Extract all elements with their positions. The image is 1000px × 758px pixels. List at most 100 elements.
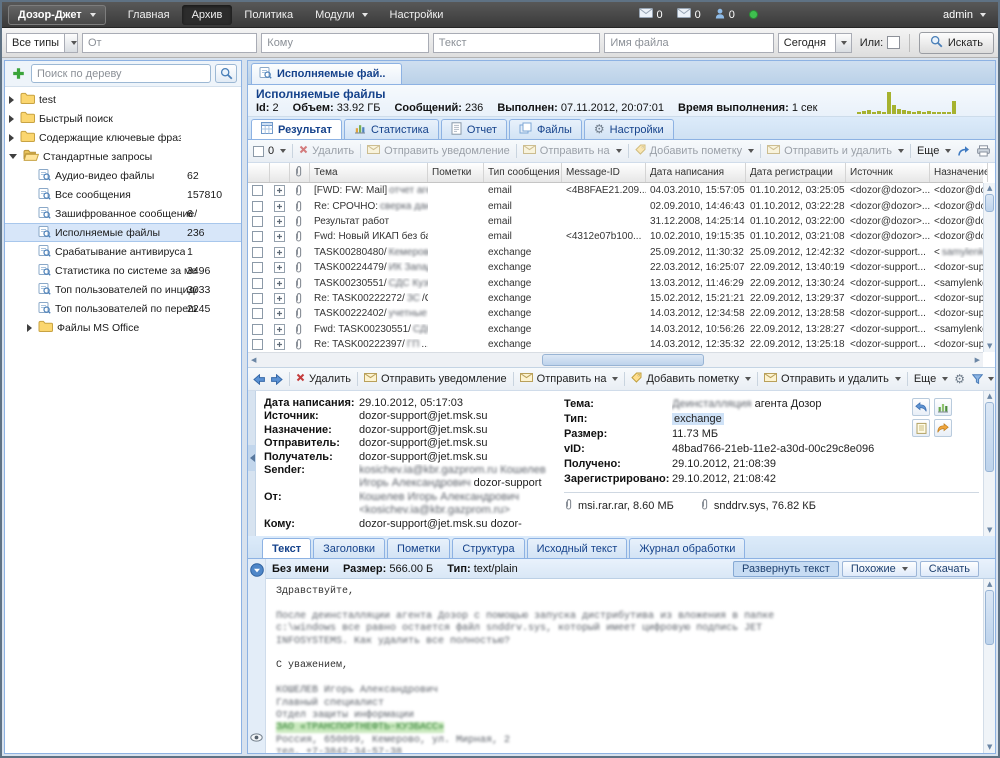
messages-counter[interactable]: 0 (639, 8, 663, 21)
delete-button[interactable]: Удалить (299, 145, 354, 157)
expand-row-icon[interactable] (270, 262, 290, 273)
period-select[interactable]: Сегодня (778, 33, 852, 53)
tab-result[interactable]: Результат (251, 119, 342, 139)
column-header[interactable]: Назначение (930, 163, 988, 182)
expand-row-icon[interactable] (270, 324, 290, 335)
tab-processing-log[interactable]: Журнал обработки (629, 538, 745, 558)
search-button[interactable]: Искать (919, 32, 994, 54)
add-mark-button[interactable]: Добавить пометку (631, 372, 751, 386)
expand-row-icon[interactable] (270, 293, 290, 304)
menu-item-home[interactable]: Главная (118, 5, 180, 25)
column-header[interactable] (248, 163, 270, 182)
tree-node[interactable]: Зашифрованное сообщение/вложение6 (5, 204, 241, 223)
table-row[interactable]: Re: TASK00222397/ГП...exchange14.03.2012… (248, 337, 983, 352)
tree-search-button[interactable] (215, 64, 237, 83)
expand-arrow-icon[interactable] (27, 324, 32, 332)
notify-button[interactable]: Отправить уведомление (367, 145, 510, 157)
horizontal-scrollbar[interactable]: ◀ ▶ (248, 352, 983, 367)
notify-button[interactable]: Отправить уведомление (364, 373, 507, 385)
eye-icon[interactable] (250, 729, 263, 747)
statistics-icon[interactable] (934, 398, 952, 416)
expand-row-icon[interactable] (270, 247, 290, 258)
dropdown-trigger-icon[interactable] (64, 34, 78, 52)
tree-node[interactable]: Аудио-видео файлы62 (5, 166, 241, 185)
download-button[interactable]: Скачать (920, 561, 979, 577)
add-query-button[interactable] (9, 65, 27, 83)
tab-source[interactable]: Исходный текст (527, 538, 628, 558)
tree-node[interactable]: Исполняемые файлы236 (5, 223, 241, 242)
table-row[interactable]: Результат работemail31.12.2008, 14:25:14… (248, 214, 983, 229)
menu-item-modules[interactable]: Модули (305, 5, 377, 25)
tab-executable-files[interactable]: Исполняемые фай.. (251, 63, 402, 84)
tree-node[interactable]: Файлы MS Office (5, 318, 241, 337)
table-row[interactable]: Re: TASK00222272/ЗС/Севе...exchange15.02… (248, 291, 983, 306)
row-checkbox[interactable] (252, 293, 263, 304)
table-row[interactable]: TASK00280480/Кемерово/у...exchange25.09.… (248, 245, 983, 260)
expand-row-icon[interactable] (270, 231, 290, 242)
tab-files[interactable]: Файлы (509, 119, 582, 139)
sessions-counter[interactable]: 0 (715, 8, 735, 22)
selection-count-dropdown[interactable]: 0 (253, 145, 286, 157)
tree-node[interactable]: Быстрый поиск (5, 109, 241, 128)
previous-message-button[interactable] (253, 374, 265, 385)
expand-row-icon[interactable] (270, 216, 290, 227)
send-to-button[interactable]: Отправить на (520, 373, 619, 385)
filter-button[interactable] (972, 374, 994, 384)
column-header[interactable]: Дата написания (646, 163, 746, 182)
more-button[interactable]: Еще (917, 145, 951, 157)
column-header[interactable]: Тема (310, 163, 428, 182)
more-button[interactable]: Еще (914, 373, 948, 385)
menu-item-policy[interactable]: Политика (234, 5, 303, 25)
tab-marks[interactable]: Пометки (387, 538, 450, 558)
tree-node[interactable]: Срабатывание антивируса1 (5, 242, 241, 261)
column-header[interactable]: Пометки (428, 163, 484, 182)
send-and-delete-button[interactable]: Отправить и удалить (767, 145, 904, 157)
add-mark-button[interactable]: Добавить пометку (635, 144, 755, 158)
preview-settings-button[interactable]: ⚙ (954, 373, 965, 385)
viewer-scrollbar[interactable]: ▲ ▼ (983, 579, 995, 753)
print-button[interactable] (977, 145, 990, 157)
tab-headers[interactable]: Заголовки (313, 538, 385, 558)
tree-node[interactable]: Стандартные запросы (5, 147, 241, 166)
tab-text[interactable]: Текст (262, 538, 311, 558)
send-and-delete-button[interactable]: Отправить и удалить (764, 373, 901, 385)
column-header[interactable] (290, 163, 310, 182)
column-header[interactable]: Дата регистрации (746, 163, 846, 182)
row-checkbox[interactable] (252, 216, 263, 227)
tree-search-input[interactable]: Поиск по дереву (31, 64, 211, 83)
table-row[interactable]: TASK00224479/ИК Западный...exchange22.03… (248, 260, 983, 275)
row-checkbox[interactable] (252, 231, 263, 242)
expand-row-icon[interactable] (270, 185, 290, 196)
row-checkbox[interactable] (252, 201, 263, 212)
menu-item-archive[interactable]: Архив (182, 5, 233, 25)
row-checkbox[interactable] (252, 185, 263, 196)
expand-row-icon[interactable] (270, 201, 290, 212)
tab-structure[interactable]: Структура (452, 538, 524, 558)
notifications-counter[interactable]: 0 (677, 8, 701, 21)
row-checkbox[interactable] (252, 278, 263, 289)
tab-report[interactable]: Отчет (441, 119, 507, 139)
details-scrollbar[interactable]: ▲ ▼ (983, 391, 995, 536)
tab-settings[interactable]: ⚙Настройки (584, 119, 674, 139)
share-button[interactable] (957, 145, 970, 157)
expand-row-icon[interactable] (270, 339, 290, 350)
row-checkbox[interactable] (252, 247, 263, 258)
tree-node[interactable]: Все сообщения157810 (5, 185, 241, 204)
text-input[interactable]: Текст (433, 33, 601, 53)
menu-item-settings[interactable]: Настройки (380, 5, 454, 25)
collapse-panel-button[interactable] (248, 445, 256, 471)
tree-node[interactable]: Топ пользователей по инцидентам3033 (5, 280, 241, 299)
message-type-select[interactable]: Все типы (6, 33, 78, 53)
to-input[interactable]: Кому (261, 33, 429, 53)
table-row[interactable]: [FWD: FW: Mail] отчет агентаemail<4B8FAE… (248, 183, 983, 198)
table-row[interactable]: Fwd: TASK00230551/СДС...exchange14.03.20… (248, 322, 983, 337)
row-checkbox[interactable] (252, 339, 263, 350)
table-row[interactable]: Fwd: Новый ИКАП без ба..email<4312e07b10… (248, 229, 983, 244)
table-row[interactable]: TASK00222402/учетные записиexchange14.03… (248, 306, 983, 321)
tree-node[interactable]: Содержащие ключевые фразы (5, 128, 241, 147)
table-row[interactable]: Re: СРОЧНО: сверка данныхemail02.09.2010… (248, 198, 983, 213)
row-checkbox[interactable] (252, 308, 263, 319)
brand-menu-button[interactable]: Дозор-Джет (8, 5, 106, 25)
row-checkbox[interactable] (252, 262, 263, 273)
delete-button[interactable]: Удалить (296, 373, 351, 385)
